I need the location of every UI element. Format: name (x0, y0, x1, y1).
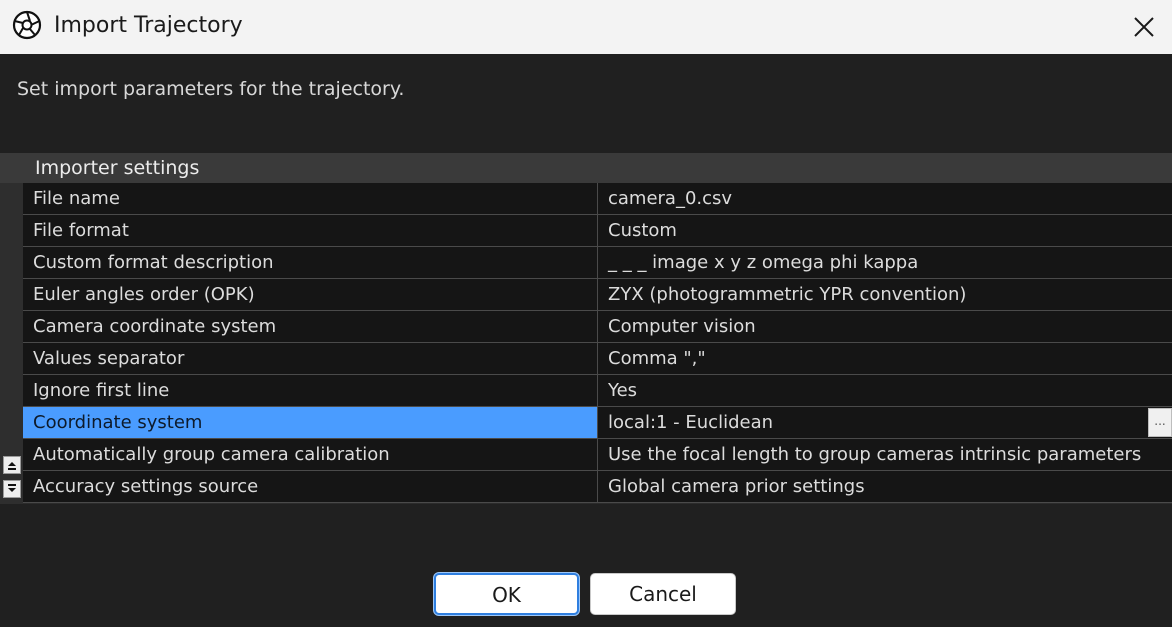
property-value[interactable]: Yes (599, 375, 1172, 406)
property-value[interactable]: ZYX (photogrammetric YPR convention) (599, 279, 1172, 310)
property-value[interactable]: local:1 - Euclidean (599, 407, 1172, 438)
property-name: File name (23, 183, 598, 214)
property-value[interactable]: Comma "," (599, 343, 1172, 374)
cancel-button[interactable]: Cancel (590, 573, 736, 615)
close-button[interactable] (1116, 0, 1172, 54)
title-bar: Import Trajectory (0, 0, 1172, 54)
property-value[interactable]: Global camera prior settings (599, 471, 1172, 502)
property-name: Coordinate system (23, 407, 598, 438)
close-icon (1134, 17, 1154, 37)
group-label: Importer settings (35, 157, 200, 179)
property-name: Automatically group camera calibration (23, 439, 598, 470)
property-value[interactable]: camera_0.csv (599, 183, 1172, 214)
group-header[interactable]: Importer settings (0, 153, 1172, 184)
property-name: Custom format description (23, 247, 598, 278)
property-name: File format (23, 215, 598, 246)
property-grid: Importer settings File name camera_0.csv… (0, 153, 1172, 504)
property-name: Euler angles order (OPK) (23, 279, 598, 310)
property-row-camera-coordinate-system[interactable]: Camera coordinate system Computer vision (23, 311, 1172, 343)
property-value[interactable]: Use the focal length to group cameras in… (599, 439, 1172, 470)
property-row-values-separator[interactable]: Values separator Comma "," (23, 343, 1172, 375)
dialog-description: Set import parameters for the trajectory… (17, 78, 405, 100)
property-row-ignore-first-line[interactable]: Ignore first line Yes (23, 375, 1172, 407)
property-row-accuracy-source[interactable]: Accuracy settings source Global camera p… (23, 471, 1172, 503)
property-value[interactable]: Custom (599, 215, 1172, 246)
ok-button[interactable]: OK (434, 573, 579, 615)
property-row-euler-order[interactable]: Euler angles order (OPK) ZYX (photogramm… (23, 279, 1172, 311)
property-name: Camera coordinate system (23, 311, 598, 342)
move-down-button[interactable] (3, 480, 21, 498)
property-row-coordinate-system[interactable]: Coordinate system local:1 - Euclidean ..… (23, 407, 1172, 439)
aperture-icon (12, 10, 42, 40)
grid-gutter (0, 183, 23, 504)
property-value[interactable]: _ _ _ image x y z omega phi kappa (599, 247, 1172, 278)
property-name: Accuracy settings source (23, 471, 598, 502)
move-up-button[interactable] (3, 456, 21, 474)
property-name: Ignore first line (23, 375, 598, 406)
browse-button[interactable]: ... (1148, 408, 1172, 437)
property-rows: File name camera_0.csv File format Custo… (23, 183, 1172, 503)
window-title: Import Trajectory (54, 13, 243, 38)
property-row-custom-format[interactable]: Custom format description _ _ _ image x … (23, 247, 1172, 279)
property-value[interactable]: Computer vision (599, 311, 1172, 342)
property-name: Values separator (23, 343, 598, 374)
property-row-file-name[interactable]: File name camera_0.csv (23, 183, 1172, 215)
sort-down-icon (8, 484, 16, 492)
sort-up-icon (8, 462, 16, 470)
property-row-group-calibration[interactable]: Automatically group camera calibration U… (23, 439, 1172, 471)
property-row-file-format[interactable]: File format Custom (23, 215, 1172, 247)
